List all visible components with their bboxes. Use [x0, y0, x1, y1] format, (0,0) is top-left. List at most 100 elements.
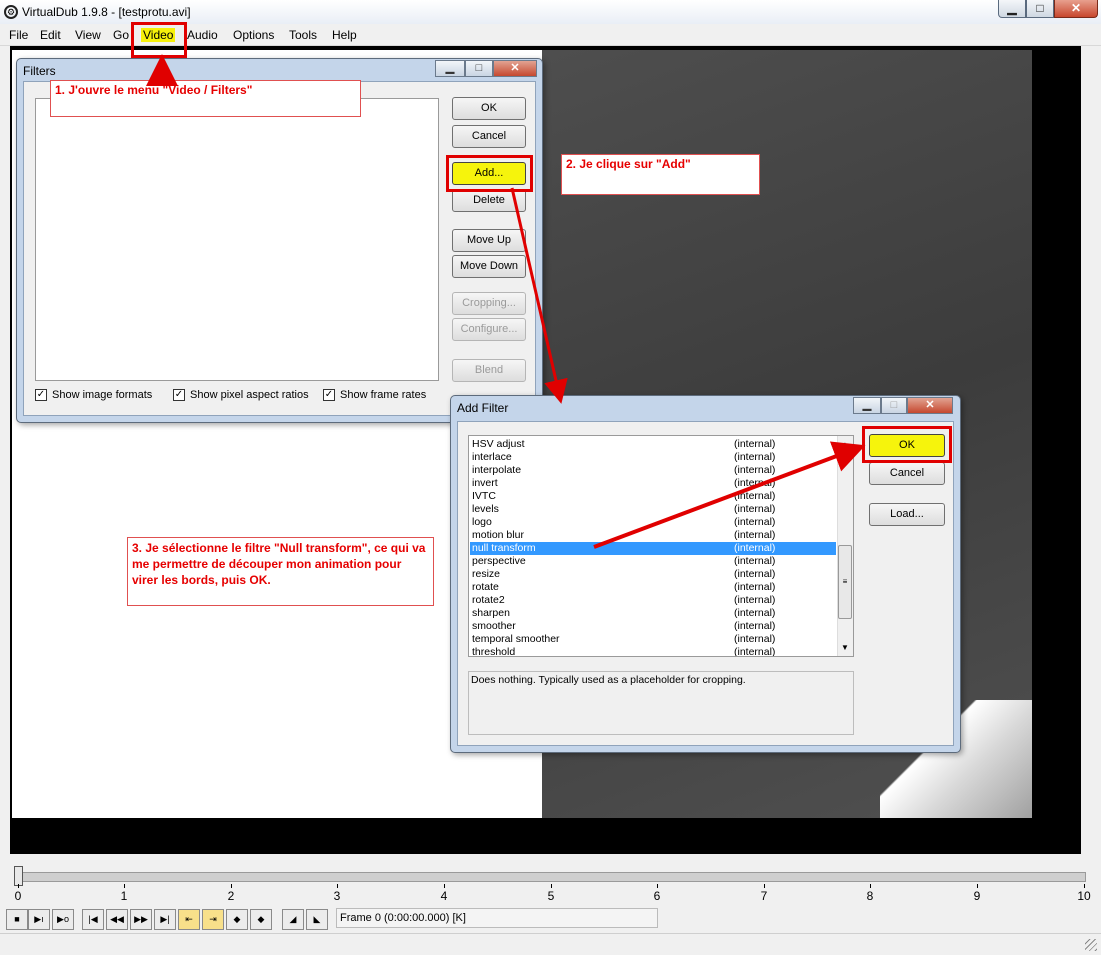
filter-row[interactable]: interpolate (internal): [470, 464, 836, 477]
filter-row[interactable]: perspective (internal): [470, 555, 836, 568]
scrollbar-thumb[interactable]: ≡: [838, 545, 852, 619]
minimize-button[interactable]: ▁: [998, 0, 1026, 18]
menu-options[interactable]: Options: [233, 28, 274, 42]
annotation-step-2: 2. Je clique sur "Add": [561, 154, 760, 195]
filter-description: Does nothing. Typically used as a placeh…: [468, 671, 854, 735]
menu-file[interactable]: File: [9, 28, 28, 42]
resize-grip-icon[interactable]: [1085, 939, 1097, 951]
filter-row[interactable]: smoother (internal): [470, 620, 836, 633]
show-image-formats-checkbox[interactable]: ✓: [35, 389, 47, 401]
annotation-highlight-video-menu: [131, 22, 187, 58]
show-image-formats-label: Show image formats: [52, 389, 153, 401]
play-output-icon[interactable]: ▶o: [52, 909, 74, 930]
filter-name: temporal smoother: [472, 633, 560, 645]
filter-row[interactable]: levels (internal): [470, 503, 836, 516]
filter-row[interactable]: IVTC (internal): [470, 490, 836, 503]
timeline-tick-label: 6: [653, 889, 661, 903]
menu-audio[interactable]: Audio: [187, 28, 218, 42]
stop-icon[interactable]: ■: [6, 909, 28, 930]
timeline-tick: [18, 884, 19, 888]
filters-close-button[interactable]: ✕: [493, 60, 537, 77]
filter-source: (internal): [734, 620, 776, 632]
filter-source: (internal): [734, 568, 776, 580]
filters-blend-button[interactable]: Blend: [452, 359, 526, 382]
filter-row[interactable]: rotate2 (internal): [470, 594, 836, 607]
timeline-tick-label: 7: [760, 889, 768, 903]
add-filter-list[interactable]: HSV adjust (internal) interlace (internal)…: [468, 435, 854, 657]
filter-source: (internal): [734, 516, 776, 528]
step-backward-icon[interactable]: ◀◀: [106, 909, 128, 930]
filters-configure-button[interactable]: Configure...: [452, 318, 526, 341]
timeline-track[interactable]: [14, 872, 1086, 882]
filter-name: interlace: [472, 451, 512, 463]
go-to-start-icon[interactable]: |◀: [82, 909, 104, 930]
filters-list[interactable]: [35, 98, 439, 381]
filter-source: (internal): [734, 555, 776, 567]
mark-in-icon[interactable]: ◢: [282, 909, 304, 930]
add-filter-close-button[interactable]: ✕: [907, 397, 953, 414]
next-scene-icon[interactable]: ◆: [250, 909, 272, 930]
next-keyframe-icon[interactable]: ⇥: [202, 909, 224, 930]
filters-ok-button[interactable]: OK: [452, 97, 526, 120]
filter-row-selected[interactable]: null transform (internal): [470, 542, 836, 555]
timeline-tick: [231, 884, 232, 888]
timeline-slider-thumb[interactable]: [14, 866, 23, 886]
timeline-tick: [657, 884, 658, 888]
menu-edit[interactable]: Edit: [40, 28, 61, 42]
add-filter-minimize-button[interactable]: ▁: [853, 397, 881, 414]
filter-row[interactable]: temporal smoother (internal): [470, 633, 836, 646]
add-filter-maximize-button[interactable]: □: [881, 397, 907, 414]
filter-name: resize: [472, 568, 501, 580]
status-bar: [0, 933, 1101, 955]
play-input-icon[interactable]: ▶ı: [28, 909, 50, 930]
close-button[interactable]: ✕: [1054, 0, 1098, 18]
filters-maximize-button[interactable]: □: [465, 60, 493, 77]
filters-move-up-button[interactable]: Move Up: [452, 229, 526, 252]
filter-row[interactable]: motion blur (internal): [470, 529, 836, 542]
filter-row[interactable]: invert (internal): [470, 477, 836, 490]
step-forward-icon[interactable]: ▶▶: [130, 909, 152, 930]
timeline-tick-label: 3: [333, 889, 341, 903]
add-filter-load-button[interactable]: Load...: [869, 503, 945, 526]
menu-help[interactable]: Help: [332, 28, 357, 42]
filter-row[interactable]: HSV adjust (internal): [470, 438, 836, 451]
scroll-up-arrow-icon[interactable]: ▲: [838, 440, 852, 449]
filter-row[interactable]: sharpen (internal): [470, 607, 836, 620]
filter-row[interactable]: rotate (internal): [470, 581, 836, 594]
frame-indicator: Frame 0 (0:00:00.000) [K]: [336, 908, 658, 928]
annotation-highlight-add-button: [446, 155, 533, 192]
mark-out-icon[interactable]: ◣: [306, 909, 328, 930]
show-frame-rates-checkbox[interactable]: ✓: [323, 389, 335, 401]
previous-scene-icon[interactable]: ◆: [226, 909, 248, 930]
menu-tools[interactable]: Tools: [289, 28, 317, 42]
filter-source: (internal): [734, 451, 776, 463]
menu-go[interactable]: Go: [113, 28, 129, 42]
filters-cancel-button[interactable]: Cancel: [452, 125, 526, 148]
filter-name: motion blur: [472, 529, 524, 541]
timeline-tick: [551, 884, 552, 888]
filter-row[interactable]: logo (internal): [470, 516, 836, 529]
filter-name: interpolate: [472, 464, 522, 476]
filter-row[interactable]: interlace (internal): [470, 451, 836, 464]
show-frame-rates-label: Show frame rates: [340, 389, 427, 401]
filters-move-down-button[interactable]: Move Down: [452, 255, 526, 278]
show-pixel-aspect-ratios-checkbox[interactable]: ✓: [173, 389, 185, 401]
timeline-tick: [1084, 884, 1085, 888]
filter-name: rotate: [472, 581, 499, 593]
add-filter-cancel-button[interactable]: Cancel: [869, 462, 945, 485]
filter-row[interactable]: threshold (internal): [470, 646, 836, 656]
filter-name: perspective: [472, 555, 526, 567]
go-to-end-icon[interactable]: ▶|: [154, 909, 176, 930]
filters-minimize-button[interactable]: ▁: [435, 60, 465, 77]
scroll-down-arrow-icon[interactable]: ▼: [838, 643, 852, 652]
filter-row[interactable]: resize (internal): [470, 568, 836, 581]
menu-view[interactable]: View: [75, 28, 101, 42]
previous-keyframe-icon[interactable]: ⇤: [178, 909, 200, 930]
filters-cropping-button[interactable]: Cropping...: [452, 292, 526, 315]
filter-name: levels: [472, 503, 499, 515]
filters-delete-button[interactable]: Delete: [452, 189, 526, 212]
maximize-button[interactable]: □: [1026, 0, 1054, 18]
timeline-tick-label: 2: [227, 889, 235, 903]
virtualdub-app-icon[interactable]: ⚙: [4, 5, 18, 19]
timeline-tick: [764, 884, 765, 888]
